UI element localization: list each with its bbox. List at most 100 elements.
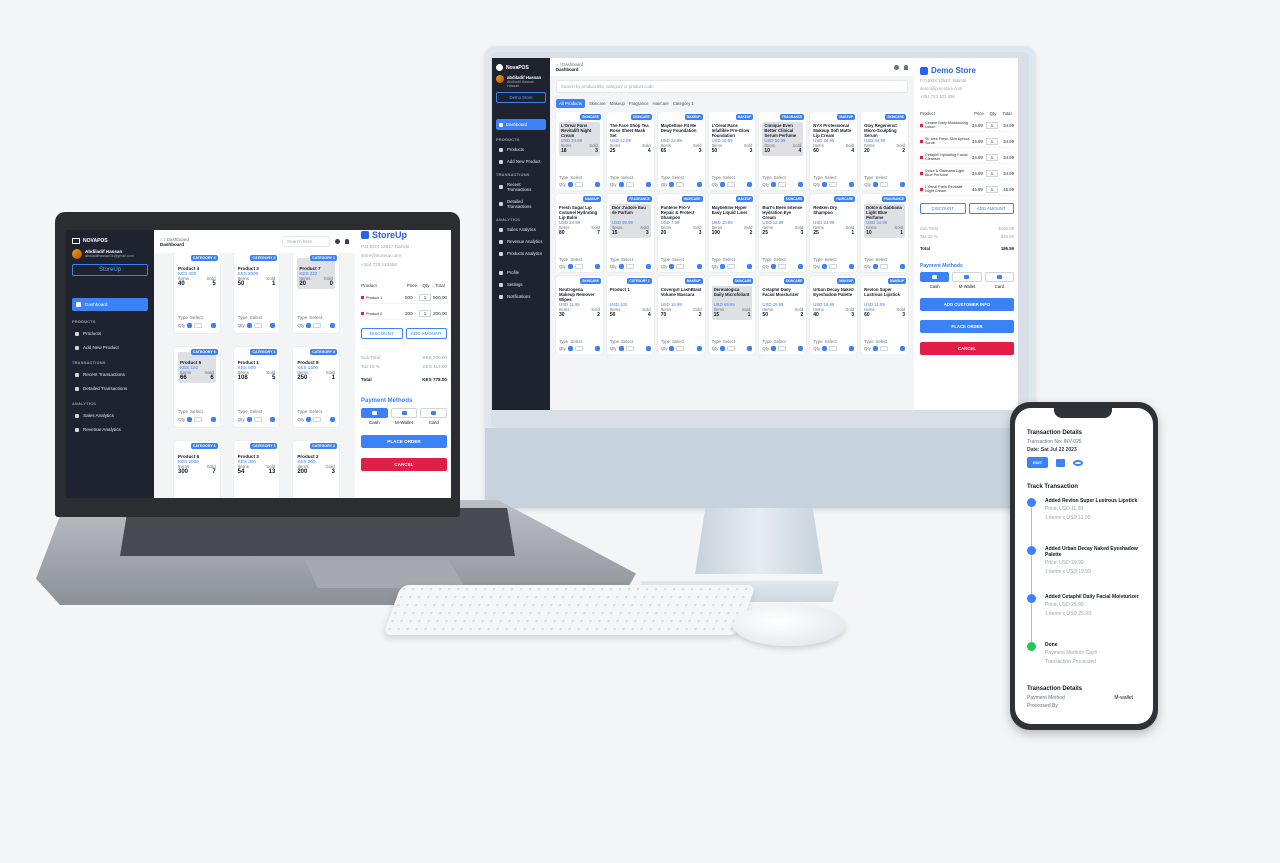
type-select[interactable]: Select bbox=[723, 175, 735, 180]
qty-decrease-button[interactable] bbox=[306, 417, 312, 422]
product-card[interactable]: CATEGORY 4 Product 4 KES 400 Items Sold 40 5 Ty… bbox=[174, 253, 220, 333]
add-to-cart-button[interactable] bbox=[696, 346, 702, 351]
qty-input[interactable] bbox=[828, 182, 837, 187]
qty-decrease-button[interactable] bbox=[618, 182, 624, 187]
product-card[interactable]: SKINCARE Cetaphil Daily Facial Moisturize… bbox=[759, 276, 807, 354]
sidebar-item[interactable]: Sales Analytics bbox=[496, 225, 546, 234]
product-card[interactable]: MAKEUP Fresh Sugar Lip Caramel Hydrating … bbox=[556, 194, 603, 272]
qty-decrease-button[interactable] bbox=[567, 182, 573, 187]
type-select[interactable]: Select bbox=[621, 339, 633, 344]
qty-input[interactable] bbox=[313, 323, 322, 328]
tab-1[interactable]: Skincare bbox=[589, 101, 606, 106]
add-customer-button[interactable]: ADD CUSTOMER INFO bbox=[920, 298, 1014, 311]
add-to-cart-button[interactable] bbox=[849, 264, 855, 269]
add-to-cart-button[interactable] bbox=[330, 417, 335, 422]
place-order-button[interactable]: PLACE ORDER bbox=[920, 320, 1014, 333]
sidebar-item[interactable]: Products Analytics bbox=[496, 249, 546, 258]
payment-option-box[interactable] bbox=[952, 272, 982, 282]
product-card[interactable]: CATEGORY 2Product 2KES 200ItemsSold2003T… bbox=[293, 441, 339, 498]
payment-option-2[interactable]: Card bbox=[984, 272, 1014, 289]
discount-button[interactable]: DISCOUNT bbox=[920, 203, 966, 214]
payment-option-1[interactable]: M-Wallet bbox=[952, 272, 982, 289]
product-card[interactable]: MAKEUP Maybelline Fit Me Dewy Foundation U… bbox=[657, 112, 705, 190]
qty-decrease-button[interactable] bbox=[821, 182, 827, 187]
edit-button[interactable]: EDIT bbox=[1027, 457, 1049, 468]
add-to-cart-button[interactable] bbox=[270, 323, 276, 328]
qty-input[interactable] bbox=[778, 346, 787, 351]
sidebar-item[interactable]: Sales Analytics bbox=[72, 411, 148, 420]
qty-decrease-button[interactable] bbox=[872, 182, 878, 187]
product-card[interactable]: MAKEUP L'Oreal Paris Infallible Pro-Glow … bbox=[708, 112, 756, 190]
add-to-cart-button[interactable] bbox=[645, 264, 651, 269]
sidebar-item[interactable]: Recent Transactions bbox=[72, 370, 148, 379]
add-to-cart-button[interactable] bbox=[747, 346, 753, 351]
product-card[interactable]: HAIRCARE Redken Dry Shampoo USD 24.99 Items… bbox=[810, 194, 858, 272]
qty-input[interactable] bbox=[828, 346, 837, 351]
type-select[interactable]: Select bbox=[309, 409, 322, 414]
type-select[interactable]: Select bbox=[825, 339, 837, 344]
cancel-button[interactable]: CANCEL bbox=[361, 458, 447, 471]
search-input[interactable]: Search here bbox=[282, 236, 330, 247]
search-input[interactable]: Search by product title, category or pro… bbox=[556, 80, 908, 93]
add-to-cart-button[interactable] bbox=[594, 264, 600, 269]
add-to-cart-button[interactable] bbox=[210, 417, 216, 422]
qty-decrease-button[interactable] bbox=[720, 346, 726, 351]
product-card[interactable]: FRAGRANCE Clinique Even Better Clinical S… bbox=[759, 112, 807, 190]
add-amount-button[interactable]: ADD AMOUNT bbox=[405, 328, 447, 339]
bell-icon[interactable] bbox=[904, 64, 908, 70]
product-card[interactable]: SKINCARE The Face Shop Tea Rose Sheet Mas… bbox=[606, 112, 654, 190]
type-select[interactable]: Select bbox=[723, 339, 735, 344]
qty-decrease-button[interactable] bbox=[771, 264, 777, 269]
add-to-cart-button[interactable] bbox=[900, 264, 905, 269]
qty-input[interactable] bbox=[313, 417, 322, 422]
type-select[interactable]: Select bbox=[774, 175, 786, 180]
product-card[interactable]: FRAGRANCE Dior J'adore Eau de Parfum USD 9… bbox=[606, 194, 654, 272]
add-to-cart-button[interactable] bbox=[696, 264, 702, 269]
sidebar-item[interactable]: Add New Product bbox=[72, 343, 148, 352]
qty-input[interactable] bbox=[828, 264, 837, 269]
type-select[interactable]: Select bbox=[774, 257, 786, 262]
qty-input[interactable] bbox=[625, 264, 634, 269]
sidebar-item[interactable]: Products bbox=[496, 145, 546, 154]
qty-input[interactable] bbox=[194, 323, 203, 328]
add-to-cart-button[interactable] bbox=[594, 182, 600, 187]
product-card[interactable]: CATEGORY 3 Product 3 KES 2000 Items Sold 50 1 T… bbox=[233, 253, 280, 333]
add-to-cart-button[interactable] bbox=[900, 346, 905, 351]
qty-input[interactable] bbox=[879, 346, 888, 351]
line-qty-input[interactable]: 1 bbox=[419, 310, 431, 317]
product-card[interactable]: CATEGORY 6 Product 6 KES 2000 Items Sold 300 7… bbox=[174, 441, 220, 498]
qty-input[interactable] bbox=[625, 182, 634, 187]
sidebar-item[interactable]: Settings bbox=[496, 280, 546, 289]
qty-decrease-button[interactable] bbox=[187, 417, 193, 422]
product-card[interactable]: SKINCARE Olay Regenerist Micro-Sculpting … bbox=[861, 112, 908, 190]
qty-input[interactable] bbox=[778, 264, 787, 269]
qty-decrease-button[interactable] bbox=[821, 346, 827, 351]
sidebar-item[interactable]: Revenue Analytics bbox=[496, 237, 546, 246]
qty-input[interactable] bbox=[727, 346, 736, 351]
add-to-cart-button[interactable] bbox=[900, 182, 905, 187]
qty-decrease-button[interactable] bbox=[246, 417, 252, 422]
tab-2[interactable]: Makeup bbox=[610, 101, 625, 106]
type-select[interactable]: Select bbox=[570, 339, 582, 344]
info-icon[interactable] bbox=[894, 64, 899, 70]
qty-decrease-button[interactable] bbox=[618, 346, 624, 351]
place-order-button[interactable]: PLACE ORDER bbox=[361, 435, 447, 448]
type-select[interactable]: Select bbox=[672, 257, 684, 262]
payment-option-box[interactable] bbox=[920, 272, 950, 282]
add-to-cart-button[interactable] bbox=[849, 182, 855, 187]
qty-input[interactable] bbox=[253, 417, 262, 422]
product-card[interactable]: MAKEUP Urban Decay Naked Eyeshadow Palett… bbox=[810, 276, 858, 354]
add-amount-button[interactable]: ADD AMOUNT bbox=[968, 203, 1014, 214]
type-select[interactable]: Select bbox=[875, 257, 887, 262]
qty-decrease-button[interactable] bbox=[872, 264, 878, 269]
product-card[interactable]: SKINCARE Dermalogica Daily Microfoliant US… bbox=[708, 276, 756, 354]
qty-input[interactable] bbox=[676, 182, 685, 187]
type-select[interactable]: Select bbox=[875, 339, 887, 344]
type-select[interactable]: Select bbox=[190, 315, 203, 320]
type-select[interactable]: Select bbox=[672, 175, 684, 180]
sidebar-item[interactable]: Products bbox=[72, 329, 148, 338]
line-qty-input[interactable]: 1 bbox=[986, 169, 998, 177]
print-icon[interactable] bbox=[1056, 458, 1066, 467]
qty-input[interactable] bbox=[574, 182, 583, 187]
qty-input[interactable] bbox=[778, 182, 787, 187]
